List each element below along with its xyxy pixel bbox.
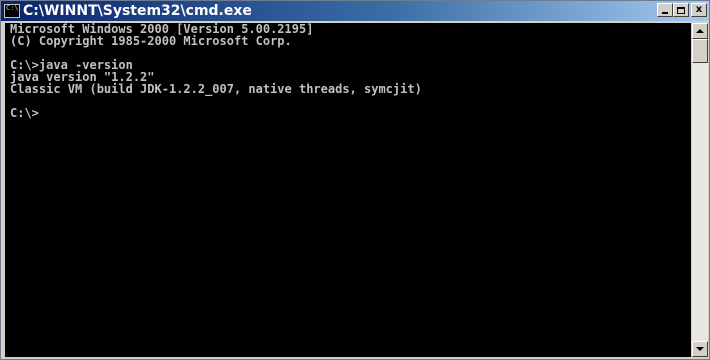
console-app-icon[interactable]: C:\ [4, 4, 20, 18]
maximize-button[interactable] [673, 3, 689, 17]
maximize-icon [677, 6, 685, 14]
scroll-thumb[interactable] [692, 39, 708, 63]
console-output-area[interactable]: Microsoft Windows 2000 [Version 5.00.219… [5, 23, 691, 357]
window-controls: x [657, 3, 707, 17]
console-window: C:\ C:\WINNT\System32\cmd.exe x Microsof… [0, 0, 710, 360]
window-title: C:\WINNT\System32\cmd.exe [23, 3, 252, 19]
console-line: Classic VM (build JDK-1.2.2_007, native … [10, 82, 422, 96]
arrow-down-icon [696, 347, 704, 351]
vertical-scrollbar[interactable] [692, 23, 708, 357]
console-prompt: C:\> [10, 106, 39, 120]
scroll-up-button[interactable] [692, 23, 708, 39]
console-line: (C) Copyright 1985-2000 Microsoft Corp. [10, 34, 292, 48]
title-bar[interactable]: C:\ C:\WINNT\System32\cmd.exe x [1, 1, 709, 21]
minimize-icon [662, 12, 668, 14]
close-button[interactable]: x [691, 3, 707, 17]
arrow-up-icon [696, 29, 704, 33]
scroll-down-button[interactable] [692, 341, 708, 357]
app-icon-label: C:\ [6, 4, 19, 12]
close-icon: x [695, 4, 703, 15]
minimize-button[interactable] [657, 3, 673, 17]
console-text: Microsoft Windows 2000 [Version 5.00.219… [10, 23, 422, 119]
